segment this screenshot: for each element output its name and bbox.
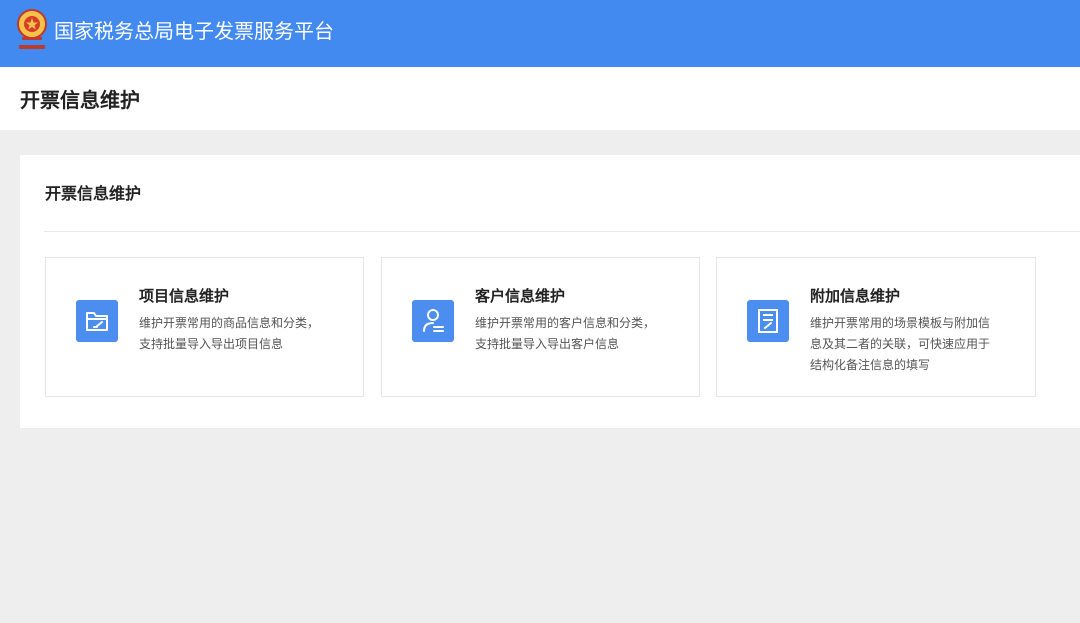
card-additional-info[interactable]: 附加信息维护 维护开票常用的场景模板与附加信 息及其二者的关联，可快速应用于 结…	[716, 257, 1036, 397]
card-desc-line: 结构化备注信息的填写	[810, 358, 931, 372]
maintenance-panel: 开票信息维护 项目信息维护 维护开票常用的商品信息和分类， 支持批量导入导出项目…	[20, 155, 1080, 428]
page-header: 开票信息维护	[0, 67, 1080, 130]
panel-title: 开票信息维护	[45, 184, 142, 203]
card-desc-line: 维护开票常用的商品信息和分类，	[139, 316, 320, 330]
card-desc-line: 支持批量导入导出项目信息	[139, 337, 284, 351]
top-bar: 国家税务总局电子发票服务平台	[0, 0, 1080, 67]
card-description: 维护开票常用的商品信息和分类， 支持批量导入导出项目信息	[139, 313, 319, 355]
app-title: 国家税务总局电子发票服务平台	[54, 19, 334, 43]
card-description: 维护开票常用的客户信息和分类， 支持批量导入导出客户信息	[475, 313, 655, 355]
folder-edit-icon	[76, 300, 118, 342]
tax-emblem-icon	[15, 7, 49, 53]
document-edit-icon	[747, 300, 789, 342]
card-title: 客户信息维护	[475, 287, 566, 305]
card-customer-info[interactable]: 客户信息维护 维护开票常用的客户信息和分类， 支持批量导入导出客户信息	[381, 257, 700, 397]
card-desc-line: 息及其二者的关联，可快速应用于	[810, 337, 991, 351]
user-card-icon	[412, 300, 454, 342]
card-desc-line: 维护开票常用的场景模板与附加信	[810, 316, 991, 330]
card-title: 项目信息维护	[139, 287, 230, 305]
panel-divider	[44, 231, 1080, 232]
card-desc-line: 支持批量导入导出客户信息	[475, 337, 620, 351]
card-title: 附加信息维护	[810, 287, 901, 305]
card-desc-line: 维护开票常用的客户信息和分类，	[475, 316, 656, 330]
card-item-info[interactable]: 项目信息维护 维护开票常用的商品信息和分类， 支持批量导入导出项目信息	[45, 257, 364, 397]
card-description: 维护开票常用的场景模板与附加信 息及其二者的关联，可快速应用于 结构化备注信息的…	[810, 313, 990, 376]
page-title: 开票信息维护	[20, 88, 140, 112]
